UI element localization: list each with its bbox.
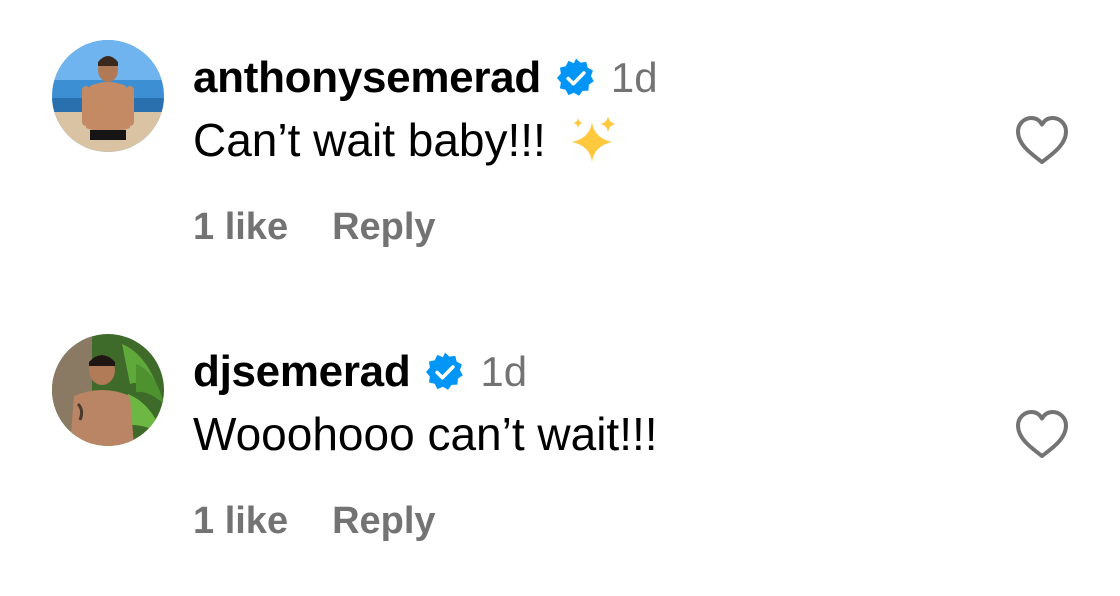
avatar[interactable]	[52, 334, 164, 446]
username[interactable]: anthonysemerad	[193, 53, 541, 103]
avatar-image	[52, 40, 164, 152]
avatar-image	[52, 334, 164, 446]
timestamp: 1d	[610, 54, 658, 101]
timestamp: 1d	[480, 348, 528, 395]
comment-text: Can’t wait baby!!!	[193, 112, 620, 168]
heart-icon[interactable]	[1014, 408, 1070, 460]
like-count[interactable]: 1 like	[193, 206, 288, 249]
username[interactable]: djsemerad	[193, 347, 411, 397]
comment-text-content: Wooohooo can’t wait!!!	[193, 408, 658, 460]
comment-item: djsemerad 1d Wooohooo can’t wait!!! 1 li…	[0, 334, 1120, 594]
verified-badge-icon	[424, 351, 466, 393]
comment-actions: 1 like Reply	[193, 206, 436, 249]
reply-button[interactable]: Reply	[332, 500, 435, 543]
avatar[interactable]	[52, 40, 164, 152]
sparkles-icon	[568, 114, 620, 166]
comment-item: anthonysemerad 1d Can’t wait baby!!! 1 l…	[0, 40, 1120, 300]
heart-icon[interactable]	[1014, 114, 1070, 166]
comment-actions: 1 like Reply	[193, 500, 436, 543]
comment-text-content: Can’t wait baby!!!	[193, 114, 546, 166]
reply-button[interactable]: Reply	[332, 206, 435, 249]
like-count[interactable]: 1 like	[193, 500, 288, 543]
verified-badge-icon	[555, 57, 597, 99]
comment-text: Wooohooo can’t wait!!!	[193, 406, 658, 462]
